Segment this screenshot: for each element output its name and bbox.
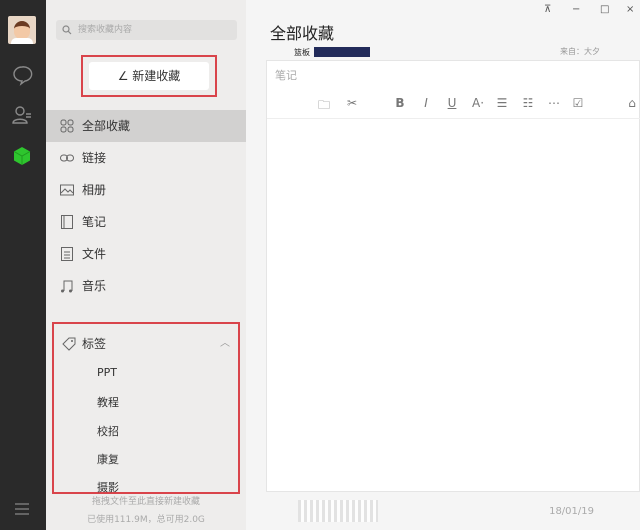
favorites-cube-icon[interactable] [11,145,33,167]
contacts-icon[interactable] [11,104,33,126]
nav-label: 笔记 [82,215,107,229]
item-thumbnail [314,47,370,57]
nav-label: 相册 [82,183,107,197]
sidebar-item-album[interactable]: 相册 [46,174,246,206]
tag-item[interactable]: 摄影 [97,479,119,495]
item-title: 篮板 [294,47,310,57]
avatar[interactable] [8,16,36,44]
sidebar-item-music[interactable]: 音乐 [46,270,246,302]
grid-icon [60,119,74,133]
sidebar: 搜索收藏内容 ∠ 新建收藏 全部收藏 链接 相册 笔记 文件 音乐 标签 ︿ P… [46,0,246,530]
divider-icon[interactable]: ⋯ [545,96,563,110]
pencil-icon: ∠ [117,69,133,83]
drag-hint: 拖拽文件至此直接新建收藏 [91,497,200,507]
storage-usage: 已使用111.9M，总可用2.0G [87,515,205,525]
new-favorite-highlight: ∠ 新建收藏 [81,55,217,97]
nav-label: 音乐 [82,279,107,293]
item-date: 18/01/19 [549,506,594,517]
page-title: 全部收藏 [270,24,335,43]
checkbox-icon[interactable]: ☑ [569,96,587,110]
list-item[interactable]: 篮板 [294,46,370,58]
toolbar-divider [267,118,640,119]
numbered-list-icon[interactable]: ☷ [519,96,537,110]
search-placeholder: 搜索收藏内容 [78,25,133,35]
font-size-icon[interactable]: A· [469,96,487,110]
nav-label: 文件 [82,247,107,261]
notebook-icon [61,215,73,229]
search-input[interactable]: 搜索收藏内容 [56,20,237,40]
tag-item[interactable]: 校招 [97,423,119,439]
minimize-button[interactable]: − [572,4,580,15]
music-icon [61,280,73,293]
tags-header[interactable]: 标签 ︿ [54,332,238,356]
app-rail [0,0,46,530]
menu-icon[interactable] [11,498,33,520]
image-icon [60,184,74,196]
sidebar-item-notes[interactable]: 笔记 [46,206,246,238]
search-icon [62,25,72,35]
item-thumbnail[interactable] [298,500,378,522]
folder-icon[interactable]: 🗀 [315,96,333,117]
sidebar-item-all[interactable]: 全部收藏 [46,110,246,142]
item-source: 来自：大夕 [560,47,600,56]
pin-icon[interactable]: ⊼ [544,4,551,15]
maximize-button[interactable]: □ [600,4,609,15]
tags-label: 标签 [82,337,107,351]
chat-icon[interactable] [11,64,33,86]
more-icon[interactable]: ⌂ [623,96,640,110]
bold-icon[interactable]: B [391,96,409,110]
tag-item[interactable]: 教程 [97,394,119,410]
close-button[interactable]: × [626,4,634,15]
main-panel: ⊼ − □ × 全部收藏 篮板 来自：大夕 笔记 🗀 ✂ B I U A· ☰ … [246,0,640,530]
new-favorite-label: 新建收藏 [132,69,181,83]
scissors-icon[interactable]: ✂ [343,96,361,110]
tags-section: 标签 ︿ PPT 教程 校招 康复 摄影 [52,322,240,494]
tag-icon [62,337,76,351]
italic-icon[interactable]: I [417,96,435,110]
sidebar-item-links[interactable]: 链接 [46,142,246,174]
new-favorite-button[interactable]: ∠ 新建收藏 [89,62,209,90]
tag-item[interactable]: 康复 [97,451,119,467]
sidebar-item-files[interactable]: 文件 [46,238,246,270]
bullet-list-icon[interactable]: ☰ [493,96,511,110]
nav-label: 链接 [82,151,107,165]
file-icon [61,247,73,261]
underline-icon[interactable]: U [443,96,461,110]
chevron-up-icon[interactable]: ︿ [220,332,230,356]
nav-label: 全部收藏 [82,119,131,133]
tag-item[interactable]: PPT [97,366,117,379]
note-editor[interactable]: 笔记 🗀 ✂ B I U A· ☰ ☷ ⋯ ☑ ⌂ [266,60,640,492]
editor-placeholder: 笔记 [275,69,297,82]
link-icon [60,154,74,162]
